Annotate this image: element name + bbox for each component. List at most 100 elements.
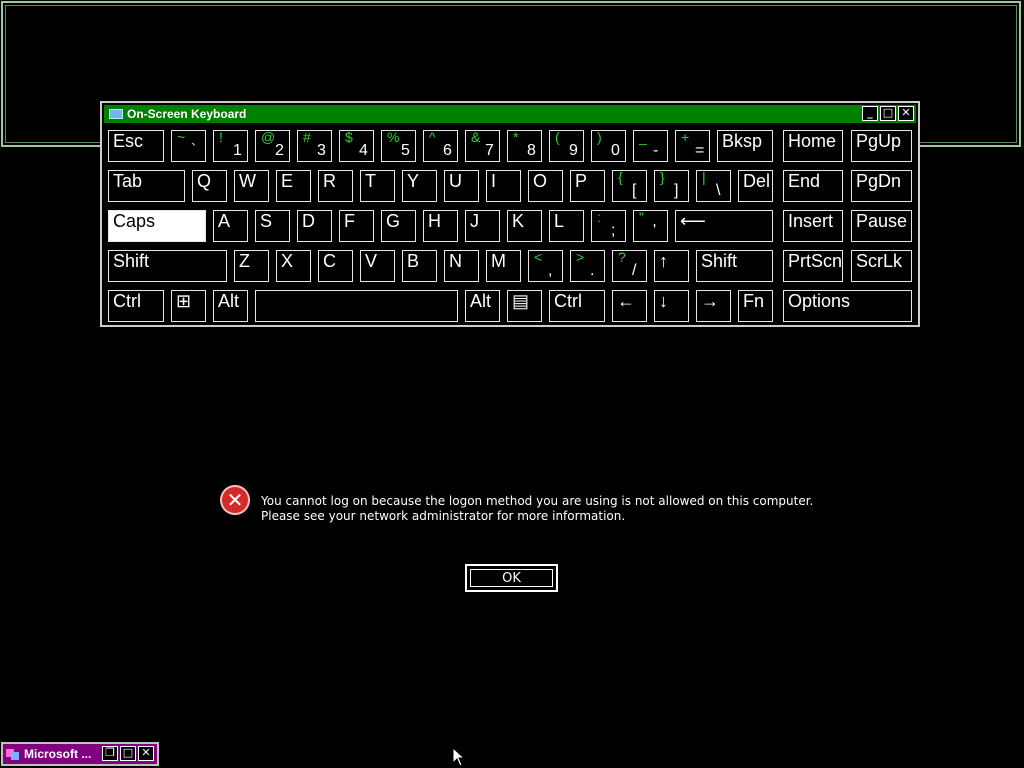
key-0[interactable]: ) 0	[590, 129, 627, 163]
key-alt[interactable]: Alt	[212, 289, 249, 323]
key-9[interactable]: (9	[548, 129, 585, 163]
key-menu-key[interactable]: ▤	[506, 289, 543, 323]
key-bksp[interactable]: Bksp	[716, 129, 774, 163]
key-symbol-1[interactable]: ~ `	[170, 129, 207, 163]
key-ctrl[interactable]: Ctrl	[107, 289, 165, 323]
maximize-button[interactable]: □	[880, 106, 896, 121]
key-p[interactable]: P	[569, 169, 606, 203]
key-8[interactable]: * 8	[506, 129, 543, 163]
key-symbol-8[interactable]: <,	[527, 249, 564, 283]
key-scrlk[interactable]: ScrLk	[850, 249, 913, 283]
key-label: Alt	[218, 291, 240, 311]
key-up-arrow[interactable]: ↑	[653, 249, 690, 283]
key-label: R	[323, 171, 336, 191]
key-f[interactable]: F	[338, 209, 375, 243]
key-3[interactable]: #3	[296, 129, 333, 163]
key-i[interactable]: I	[485, 169, 522, 203]
key-symbol-12[interactable]: }]	[653, 169, 690, 203]
key-down-arrow[interactable]: ↓	[653, 289, 690, 323]
key-label: 3	[317, 142, 326, 159]
key-label: P	[575, 171, 588, 191]
key-e[interactable]: E	[275, 169, 312, 203]
key-pgup[interactable]: PgUp	[850, 129, 913, 163]
key-right-arrow[interactable]: →	[695, 289, 732, 323]
close-button[interactable]: ✕	[898, 106, 914, 121]
key-x[interactable]: X	[275, 249, 312, 283]
key-end[interactable]: End	[782, 169, 844, 203]
down-arrow-icon: ↓	[659, 291, 668, 311]
key-shift[interactable]: Shift	[107, 249, 228, 283]
key-symbol-11[interactable]: " '	[632, 209, 669, 243]
maximize-button[interactable]: □	[120, 746, 136, 761]
key-esc[interactable]: Esc	[107, 129, 165, 163]
key-tab[interactable]: Tab	[107, 169, 186, 203]
key-shift-char: (	[555, 129, 560, 145]
minimized-window[interactable]: Microsoft ... ❐ □ ✕	[1, 742, 159, 766]
key-label: \	[716, 182, 721, 199]
key-enter[interactable]: ⟵	[674, 209, 774, 243]
key-g[interactable]: G	[380, 209, 417, 243]
key-pause[interactable]: Pause	[850, 209, 913, 243]
key-z[interactable]: Z	[233, 249, 270, 283]
key-s[interactable]: S	[254, 209, 291, 243]
key-l[interactable]: L	[548, 209, 585, 243]
key-o[interactable]: O	[527, 169, 564, 203]
key-symbol-11[interactable]: {[	[611, 169, 648, 203]
key-symbol-10[interactable]: ? /	[611, 249, 648, 283]
key-j[interactable]: J	[464, 209, 501, 243]
key-shift[interactable]: Shift	[695, 249, 774, 283]
key-d[interactable]: D	[296, 209, 333, 243]
key-a[interactable]: A	[212, 209, 249, 243]
key-symbol-9[interactable]: >.	[569, 249, 606, 283]
key-v[interactable]: V	[359, 249, 396, 283]
key-home[interactable]: Home	[782, 129, 844, 163]
key-u[interactable]: U	[443, 169, 480, 203]
key-k[interactable]: K	[506, 209, 543, 243]
key-pgdn[interactable]: PgDn	[850, 169, 913, 203]
key-m[interactable]: M	[485, 249, 522, 283]
key-ctrl[interactable]: Ctrl	[548, 289, 606, 323]
key-prtscn[interactable]: PrtScn	[782, 249, 844, 283]
key-symbol-13[interactable]: | \	[695, 169, 732, 203]
key-options[interactable]: Options	[782, 289, 913, 323]
minimize-button[interactable]: _	[862, 106, 878, 121]
key-y[interactable]: Y	[401, 169, 438, 203]
key-t[interactable]: T	[359, 169, 396, 203]
key-1[interactable]: ! 1	[212, 129, 249, 163]
key-alt[interactable]: Alt	[464, 289, 501, 323]
key-spacebar[interactable]	[254, 289, 459, 323]
osk-title: On-Screen Keyboard	[127, 107, 247, 121]
key-label: -	[653, 142, 659, 159]
key-left-arrow[interactable]: ←	[611, 289, 648, 323]
key-w[interactable]: W	[233, 169, 270, 203]
key-windows-logo[interactable]: ⊞	[170, 289, 207, 323]
key-6[interactable]: ^ 6	[422, 129, 459, 163]
key-r[interactable]: R	[317, 169, 354, 203]
key-label: 5	[401, 142, 410, 159]
key-b[interactable]: B	[401, 249, 438, 283]
key-5[interactable]: % 5	[380, 129, 417, 163]
key-4[interactable]: $4	[338, 129, 375, 163]
key-n[interactable]: N	[443, 249, 480, 283]
key-h[interactable]: H	[422, 209, 459, 243]
osk-titlebar[interactable]: On-Screen Keyboard _ □ ✕	[104, 105, 916, 123]
key-symbol-10[interactable]: :;	[590, 209, 627, 243]
key-symbol-12[interactable]: _ -	[632, 129, 669, 163]
key-symbol-13[interactable]: + =	[674, 129, 711, 163]
key-c[interactable]: C	[317, 249, 354, 283]
key-caps[interactable]: Caps	[107, 209, 207, 243]
key-q[interactable]: Q	[191, 169, 228, 203]
key-7[interactable]: & 7	[464, 129, 501, 163]
key-shift-char: <	[534, 249, 543, 265]
keyboard-icon	[109, 109, 123, 119]
key-fn[interactable]: Fn	[737, 289, 774, 323]
ok-button[interactable]: OK	[465, 564, 558, 592]
close-button[interactable]: ✕	[138, 746, 154, 761]
key-insert[interactable]: Insert	[782, 209, 844, 243]
on-screen-keyboard-window[interactable]: On-Screen Keyboard _ □ ✕ Esc ~ `! 1 @2 #3 $4% 5…	[100, 101, 920, 327]
key-del[interactable]: Del	[737, 169, 774, 203]
restore-button[interactable]: ❐	[102, 746, 118, 761]
key-label: [	[632, 182, 637, 199]
key-label: PrtScn	[788, 251, 843, 271]
key-2[interactable]: @2	[254, 129, 291, 163]
